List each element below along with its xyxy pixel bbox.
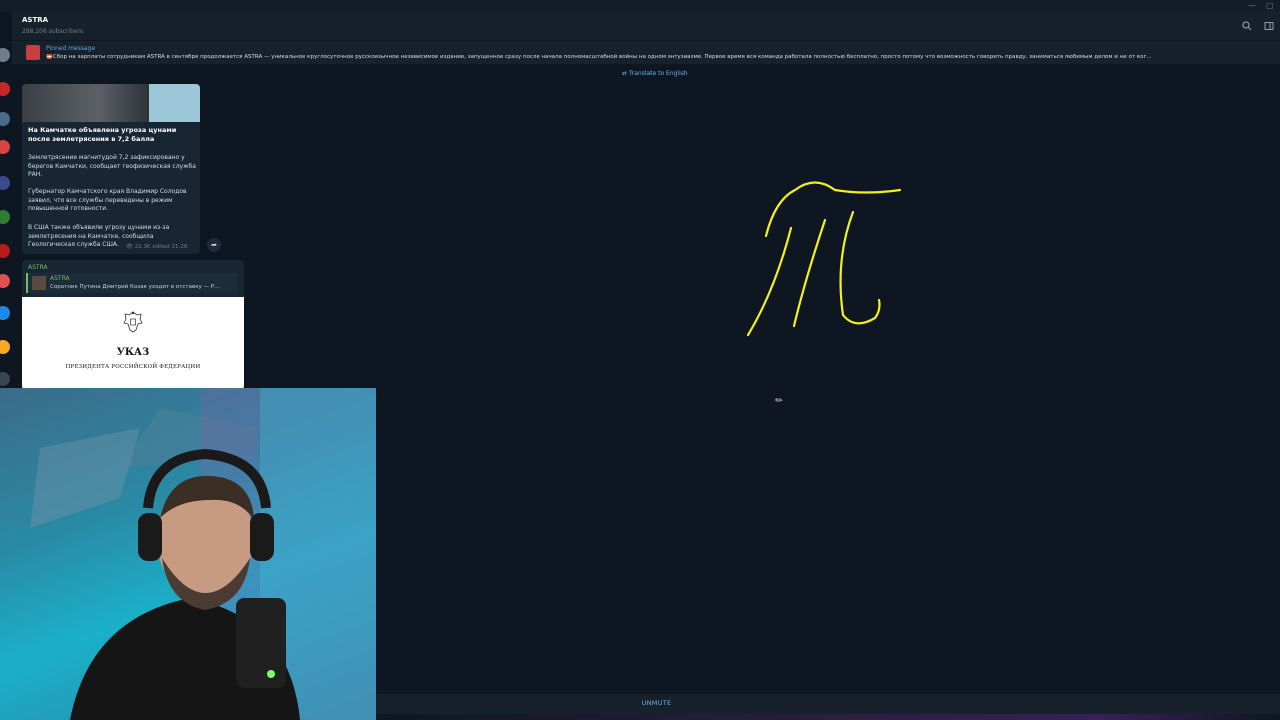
chat-avatar[interactable] xyxy=(0,82,10,96)
document-title: УКАЗ xyxy=(116,347,150,358)
bottom-bar: UNMUTE xyxy=(376,694,1280,714)
pen-cursor-icon: ✎ xyxy=(773,394,786,408)
chat-avatar[interactable] xyxy=(0,210,10,224)
chat-avatar[interactable] xyxy=(0,274,10,288)
reply-text: Соратник Путина Дмитрий Козак уходит в о… xyxy=(50,284,220,290)
chat-avatar[interactable] xyxy=(0,340,10,354)
post-title: На Камчатке объявлена угроза цунами посл… xyxy=(28,126,177,143)
reply-thumbnail xyxy=(32,276,46,290)
post-paragraph: Землетрясение магнитудой 7,2 зафиксирова… xyxy=(28,154,196,178)
post-map-photo[interactable] xyxy=(149,84,200,122)
unmute-button[interactable]: UNMUTE xyxy=(376,699,937,707)
search-icon[interactable] xyxy=(1242,21,1252,34)
maximize-button[interactable]: ▢ xyxy=(1266,1,1274,10)
pinned-label: Pinned message xyxy=(46,45,96,52)
webcam-overlay xyxy=(0,388,376,720)
post-meta: 👁 22.3K edited 21:28 xyxy=(126,244,187,250)
translate-icon: ⇄ xyxy=(622,70,629,77)
bottom-glow-strip xyxy=(376,714,1280,720)
chat-avatar[interactable] xyxy=(0,112,10,126)
minimize-button[interactable]: — xyxy=(1248,1,1256,10)
coat-of-arms-icon xyxy=(123,311,143,333)
title-bar: — ▢ xyxy=(0,0,1280,12)
chat-avatar[interactable] xyxy=(0,306,10,320)
chat-avatar[interactable] xyxy=(0,244,10,258)
sidebar-toggle-icon[interactable] xyxy=(1264,21,1274,34)
chat-list-rail xyxy=(0,12,12,392)
reply-author: ASTRA xyxy=(50,275,70,282)
reply-preview[interactable]: ASTRA Соратник Путина Дмитрий Козак уход… xyxy=(26,273,238,293)
subscriber-count: 288,206 subscribers xyxy=(22,28,84,35)
message-bubble[interactable]: На Камчатке объявлена угроза цунами посл… xyxy=(22,84,200,254)
document-subtitle: ПРЕЗИДЕНТА РОССИЙСКОЙ ФЕДЕРАЦИИ xyxy=(65,364,201,370)
telegram-window: — ▢ ASTRA 288,206 subscribers Pinned mes… xyxy=(0,0,1280,720)
pi-symbol-drawing xyxy=(746,181,902,337)
message-author[interactable]: ASTRA xyxy=(28,264,48,271)
message-bubble[interactable]: ASTRA ASTRA Соратник Путина Дмитрий Коза… xyxy=(22,260,244,390)
post-paragraph: Губернатор Камчатского края Владимир Сол… xyxy=(28,188,187,212)
streamer-webcam-image xyxy=(30,388,376,720)
chat-header: ASTRA 288,206 subscribers xyxy=(12,12,1280,40)
pinned-thumbnail xyxy=(26,45,40,60)
chat-avatar[interactable] xyxy=(0,176,10,190)
chat-avatar[interactable] xyxy=(0,140,10,154)
translate-label: Translate to English xyxy=(628,70,688,77)
translate-button[interactable]: ⇄ Translate to English xyxy=(622,70,688,77)
view-count: 👁 22.3K xyxy=(126,244,151,250)
post-photo[interactable] xyxy=(22,84,149,122)
chat-avatar[interactable] xyxy=(0,48,10,62)
pinned-text: 📛Сбор на зарплаты сотрудникам ASTRA в се… xyxy=(46,54,1152,60)
chat-avatar[interactable] xyxy=(0,372,10,386)
pinned-message-bar[interactable]: Pinned message 📛Сбор на зарплаты сотрудн… xyxy=(12,40,1280,64)
edited-time: edited 21:28 xyxy=(152,244,188,250)
forward-icon[interactable]: ➦ xyxy=(207,238,221,252)
document-image[interactable]: УКАЗ ПРЕЗИДЕНТА РОССИЙСКОЙ ФЕДЕРАЦИИ xyxy=(22,297,244,390)
channel-title[interactable]: ASTRA xyxy=(22,16,48,24)
